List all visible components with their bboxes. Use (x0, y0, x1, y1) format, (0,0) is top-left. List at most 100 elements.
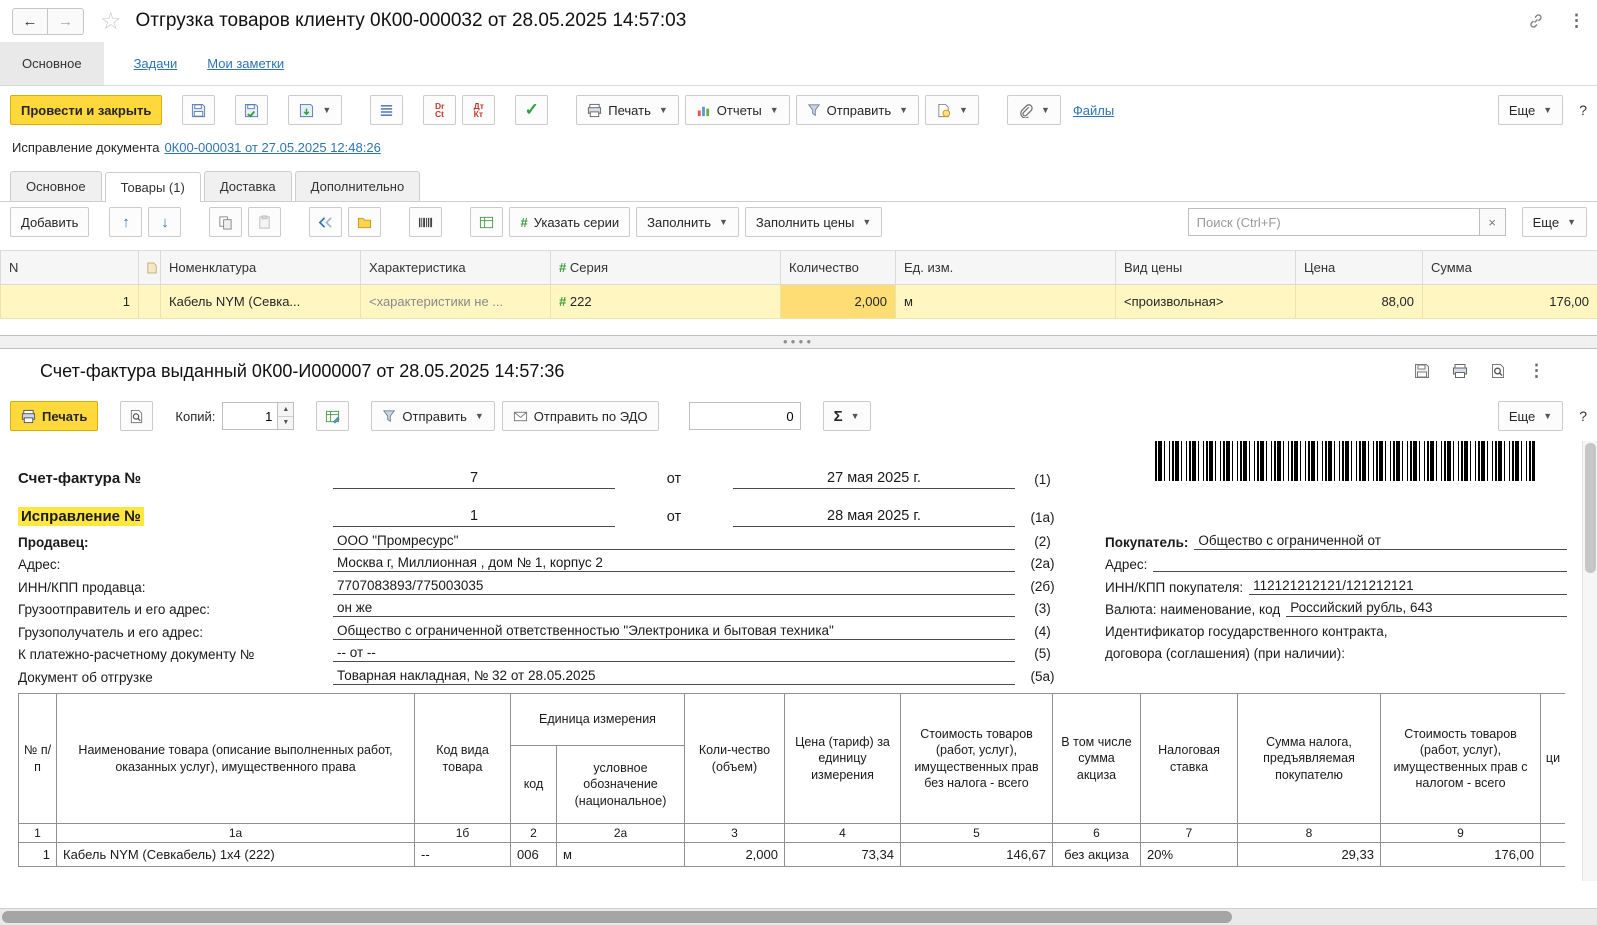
preview-icon[interactable] (1490, 363, 1506, 379)
cell-tax-rate: 20% (1141, 843, 1238, 867)
cell-marker[interactable] (139, 285, 161, 319)
more-button[interactable]: Еще ▼ (1498, 95, 1563, 125)
cell-price[interactable]: 88,00 (1296, 285, 1423, 319)
correction-link[interactable]: 0К00-000031 от 27.05.2025 12:48:26 (164, 140, 380, 155)
forward-button[interactable]: → (48, 8, 84, 35)
send-edo-button[interactable]: Отправить по ЭДО (502, 401, 659, 431)
paste-row-button[interactable] (248, 207, 281, 237)
cell-nomenclature[interactable]: Кабель NYM (Севка... (161, 285, 361, 319)
floppy-arrow-icon (299, 103, 314, 118)
search-input[interactable] (1188, 208, 1480, 236)
invoice-menu-dots-icon[interactable]: ⋮ (1528, 361, 1545, 381)
cell-excise: без акциза (1053, 843, 1141, 867)
post-button[interactable] (235, 95, 268, 125)
doc-tab-goods[interactable]: Товары (1) (105, 172, 201, 202)
files-link[interactable]: Файлы (1073, 103, 1114, 118)
tab-tasks[interactable]: Задачи (134, 42, 178, 85)
post-and-close-button[interactable]: Провести и закрыть (10, 95, 162, 125)
cell-characteristic[interactable]: <характеристики не ... (361, 285, 551, 319)
buyer-inn-row: ИНН/КПП покупателя: 112121212121/1212121… (1105, 572, 1567, 595)
copies-decrement-button[interactable]: ▼ (278, 417, 293, 430)
specify-series-button[interactable]: # Указать серии (509, 207, 630, 237)
goods-more-button[interactable]: Еще ▼ (1522, 207, 1587, 237)
funnel-icon (807, 103, 821, 117)
link-icon[interactable] (1528, 13, 1544, 29)
consignor-row: Грузоотправитель и его адрес: он же (3) (18, 595, 1070, 618)
cell-unit[interactable]: м (896, 285, 1116, 319)
cell-price-type[interactable]: <произвольная> (1116, 285, 1296, 319)
move-up-button[interactable]: ↑ (109, 207, 142, 237)
tab-main[interactable]: Основное (0, 42, 104, 85)
barcode-scan-button[interactable] (409, 207, 442, 237)
doc-tab-additional[interactable]: Дополнительно (295, 171, 421, 201)
help-button[interactable]: ? (1579, 102, 1587, 118)
invoice-titlebar: Счет-фактура выданный 0К00-И000007 от 28… (0, 349, 1597, 393)
copy-row-button[interactable] (209, 207, 242, 237)
cell-tax-sum: 29,33 (1238, 843, 1381, 867)
drcr-register-button[interactable]: DrCt (423, 95, 456, 125)
cell-quantity[interactable]: 2,000 (781, 285, 896, 319)
funnel-icon (382, 409, 396, 423)
save-icon[interactable] (1414, 363, 1430, 379)
vertical-scrollbar[interactable] (1582, 441, 1597, 881)
add-row-button[interactable]: Добавить (10, 207, 89, 237)
doc-tab-delivery[interactable]: Доставка (204, 171, 292, 201)
cell-n[interactable]: 1 (1, 285, 139, 319)
series-hash-icon: # (559, 260, 566, 275)
fill-prices-button[interactable]: Заполнить цены ▼ (745, 207, 882, 237)
compare-button[interactable] (309, 207, 342, 237)
edo-envelope-icon (513, 409, 528, 424)
invoice-print-button[interactable]: Печать (10, 401, 98, 431)
edit-table-button[interactable] (470, 207, 503, 237)
post-dropdown-button[interactable]: ▼ (288, 95, 342, 125)
doc-tab-main[interactable]: Основное (10, 171, 102, 201)
window-splitter[interactable]: ●●●● (0, 335, 1597, 349)
dtkt-register-button[interactable]: ДтКт (462, 95, 495, 125)
chevron-down-icon: ▼ (899, 105, 908, 115)
seller-address-row: Адрес: Москва г, Миллионная , дом № 1, к… (18, 550, 1070, 573)
form-settings-button[interactable] (316, 401, 349, 431)
printer-icon[interactable] (1452, 363, 1468, 379)
move-down-button[interactable]: ↓ (148, 207, 181, 237)
invoice-help-button[interactable]: ? (1579, 408, 1587, 424)
favorite-star-icon[interactable]: ☆ (100, 7, 122, 36)
copies-input[interactable] (222, 402, 278, 430)
seller-row: Продавец: ООО "Промресурс" (2) (18, 527, 1070, 550)
contract-id-line1: Идентификатор государственного контракта… (1105, 617, 1567, 639)
invoice-more-button[interactable]: Еще ▼ (1498, 401, 1563, 431)
check-button[interactable]: ✓ (515, 95, 548, 125)
copies-increment-button[interactable]: ▲ (278, 403, 293, 417)
fill-button[interactable]: Заполнить ▼ (636, 207, 739, 237)
floppy-post-icon (244, 103, 259, 118)
folder-button[interactable] (348, 207, 381, 237)
send-menu-button[interactable]: Отправить ▼ (796, 95, 919, 125)
reports-menu-button[interactable]: Отчеты ▼ (685, 95, 790, 125)
vertical-scrollbar-thumb[interactable] (1585, 443, 1596, 573)
horizontal-scrollbar-thumb[interactable] (2, 911, 1232, 923)
clear-search-button[interactable]: × (1480, 208, 1506, 236)
tab-notes[interactable]: Мои заметки (207, 42, 284, 85)
print-preview-button[interactable] (120, 401, 153, 431)
cell-cost-with-tax: 176,00 (1381, 843, 1541, 867)
barcode (1155, 441, 1535, 481)
invoice-table-area: № п/п Наименование товара (описание выпо… (18, 693, 1565, 893)
back-button[interactable]: ← (12, 8, 48, 35)
sum-button[interactable]: Σ ▼ (823, 401, 871, 431)
horizontal-scrollbar[interactable] (0, 908, 1597, 925)
attachments-button[interactable]: ▼ (1007, 95, 1061, 125)
copies-stepper[interactable]: ▲ ▼ (222, 402, 294, 430)
cell-series[interactable]: # 222 (551, 285, 781, 319)
window-menu-dots-icon[interactable]: ⋮ (1568, 11, 1585, 31)
invoice-send-button[interactable]: Отправить ▼ (371, 401, 494, 431)
goods-row[interactable]: 1 Кабель NYM (Севка... <характеристики н… (1, 285, 1597, 319)
floppy-icon (191, 103, 206, 118)
cell-sum[interactable]: 176,00 (1423, 285, 1597, 319)
movements-button[interactable] (370, 95, 403, 125)
print-menu-button[interactable]: Печать ▼ (576, 95, 679, 125)
paperclip-icon (1018, 103, 1033, 118)
counter-input[interactable] (689, 402, 801, 430)
create-based-on-button[interactable]: ▼ (925, 95, 979, 125)
correction-number-row: Исправление № 1 от 28 мая 2025 г. (1а) (18, 489, 1070, 527)
chevron-down-icon: ▼ (322, 105, 331, 115)
save-button[interactable] (182, 95, 215, 125)
